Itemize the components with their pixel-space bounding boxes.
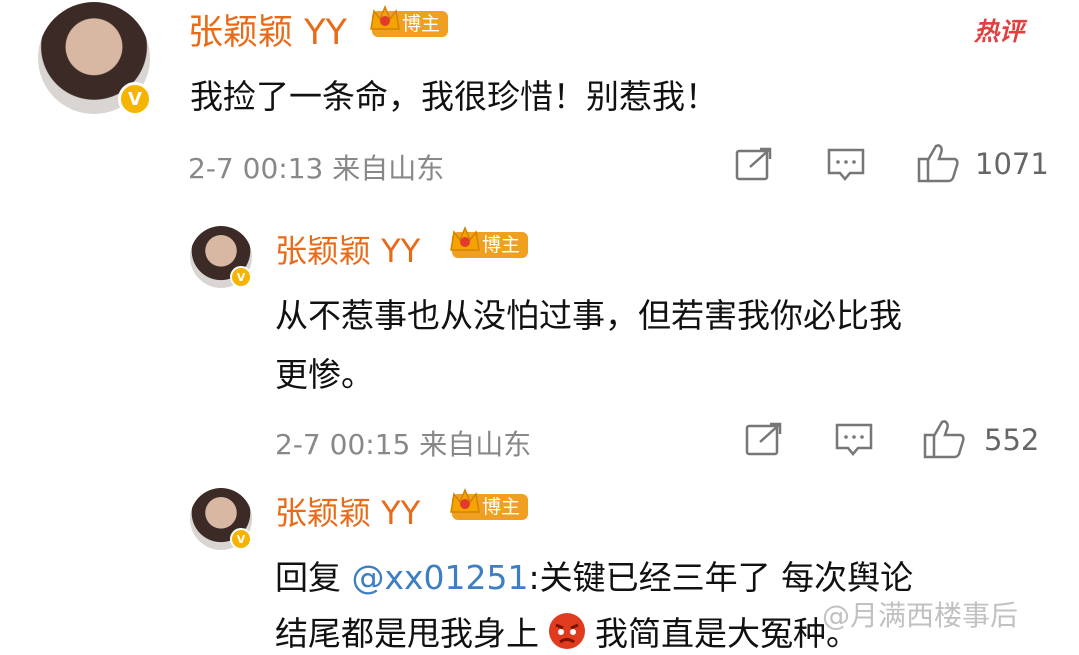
reply-prefix: 回复 bbox=[275, 558, 352, 597]
badge-label: 博主 bbox=[482, 496, 521, 518]
author-name[interactable]: 张颖颖 YY bbox=[275, 226, 420, 272]
reply-text: 结尾都是甩我身上 bbox=[275, 614, 539, 653]
comment-icon[interactable] bbox=[826, 147, 866, 183]
reply-text-line2: 结尾都是甩我身上 我简直是大冤种。 bbox=[275, 607, 859, 655]
badge-label: 博主 bbox=[402, 13, 441, 35]
badge-label: 博主 bbox=[482, 234, 521, 256]
hot-comment-tag: 热评 bbox=[974, 17, 1025, 46]
like-icon[interactable] bbox=[916, 142, 960, 184]
reply-text: :关键已经三年了 每次舆论 bbox=[528, 558, 914, 597]
blogger-badge: 博主 bbox=[450, 488, 529, 520]
share-icon[interactable] bbox=[744, 422, 784, 458]
author-name[interactable]: 张颖颖 YY bbox=[275, 488, 420, 534]
avatar[interactable]: V bbox=[190, 226, 252, 288]
blogger-badge: 博主 bbox=[450, 226, 529, 258]
mention-link[interactable]: @xx01251 bbox=[352, 558, 529, 597]
comment-meta: 2-7 00:13 来自山东 bbox=[188, 152, 445, 185]
verified-icon: V bbox=[230, 266, 252, 288]
like-count: 552 bbox=[984, 423, 1040, 457]
author-name[interactable]: 张颖颖 YY bbox=[188, 4, 347, 55]
verified-icon: V bbox=[118, 82, 152, 116]
comment-text: 我捡了一条命，我很珍惜！别惹我！ bbox=[190, 77, 718, 116]
crown-icon bbox=[370, 5, 400, 30]
verified-icon: V bbox=[230, 528, 252, 550]
reply-meta: 2-7 00:15 来自山东 bbox=[275, 428, 532, 461]
angry-emoji-icon bbox=[549, 613, 585, 649]
reply-text-line2: 更惨。 bbox=[275, 355, 374, 394]
crown-icon bbox=[450, 226, 480, 251]
reply-text: 我简直是大冤种。 bbox=[595, 614, 859, 653]
reply-text-line1: 从不惹事也从没怕过事，但若害我你必比我 bbox=[275, 296, 902, 335]
like-icon[interactable] bbox=[922, 418, 966, 460]
crown-icon bbox=[450, 488, 480, 513]
comment-icon[interactable] bbox=[834, 422, 874, 458]
blogger-badge: 博主 bbox=[370, 5, 449, 37]
avatar[interactable]: V bbox=[38, 2, 152, 116]
reply-text-line1: 回复 @xx01251:关键已经三年了 每次舆论 bbox=[275, 551, 913, 599]
share-icon[interactable] bbox=[734, 147, 774, 183]
watermark: @月满西楼事后 bbox=[822, 599, 1019, 632]
avatar[interactable]: V bbox=[190, 488, 252, 550]
like-count: 1071 bbox=[975, 147, 1049, 181]
